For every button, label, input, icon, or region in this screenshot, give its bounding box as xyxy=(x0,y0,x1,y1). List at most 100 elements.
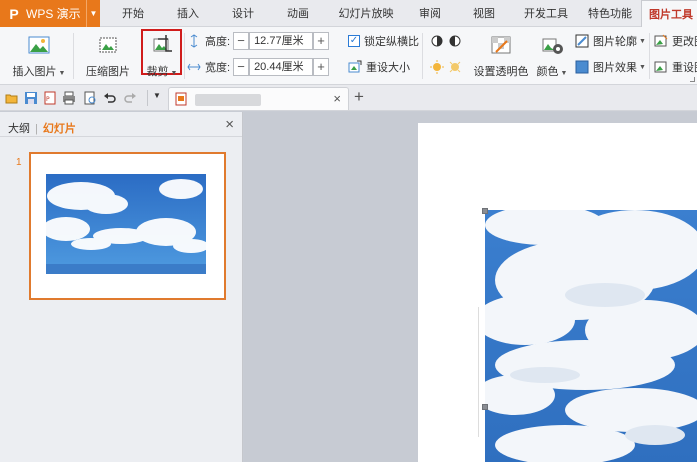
resize-handle-left[interactable] xyxy=(482,404,488,410)
set-transparent-color-label: 设置透明色 xyxy=(473,66,529,78)
ribbon-expand-icon[interactable] xyxy=(690,77,695,82)
height-label: 高度: xyxy=(205,36,231,48)
picture-effects-label: 图片效果 xyxy=(593,62,637,74)
document-tab-close-icon[interactable]: × xyxy=(333,91,341,106)
title-tab-bar: P WPS 演示 ▼ 开始 插入 设计 动画 幻灯片放映 审阅 视图 开发工具 … xyxy=(0,0,697,28)
save-icon[interactable] xyxy=(24,91,38,105)
quick-access-toolbar: P ▼ × + xyxy=(0,85,697,111)
width-decrease-button[interactable]: − xyxy=(233,58,250,76)
app-menu-caret-icon[interactable]: ▼ xyxy=(86,0,100,27)
tab-start[interactable]: 开始 xyxy=(113,0,153,27)
tab-review[interactable]: 审阅 xyxy=(410,0,450,27)
panel-close-icon[interactable]: × xyxy=(225,116,234,133)
wps-logo-icon: P xyxy=(9,5,19,22)
qat-customize-caret-icon[interactable]: ▼ xyxy=(153,91,161,100)
ribbon-separator xyxy=(184,33,185,79)
tab-picture-tools[interactable]: 图片工具 xyxy=(641,0,697,28)
compress-picture-icon xyxy=(99,37,117,53)
print-icon[interactable] xyxy=(62,91,76,105)
slide-number: 1 xyxy=(16,157,22,168)
export-pdf-icon[interactable]: P xyxy=(43,91,57,105)
brightness-increase-icon[interactable] xyxy=(430,60,444,74)
insert-picture-icon xyxy=(28,36,50,54)
open-folder-icon[interactable] xyxy=(5,91,19,105)
svg-text:P: P xyxy=(46,96,50,103)
contrast-decrease-icon[interactable] xyxy=(448,34,462,48)
set-transparent-color-icon xyxy=(491,36,511,54)
color-button[interactable]: 颜色 ▼ xyxy=(534,29,570,81)
color-icon xyxy=(542,38,563,54)
panel-tab-divider: | xyxy=(35,123,38,135)
height-input[interactable]: 12.77厘米 xyxy=(249,32,314,50)
insert-picture-label: 插入图片 xyxy=(12,66,57,78)
new-tab-icon[interactable]: + xyxy=(354,87,364,107)
resize-handle-top-left[interactable] xyxy=(482,208,488,214)
picture-effects-button[interactable]: 图片效果 ▼ xyxy=(575,57,646,77)
tab-slideshow[interactable]: 幻灯片放映 xyxy=(330,0,402,27)
compress-picture-label: 压缩图片 xyxy=(86,66,130,78)
crop-button[interactable]: 裁剪 ▼ xyxy=(142,29,182,81)
document-title-redacted xyxy=(195,94,261,106)
tab-insert[interactable]: 插入 xyxy=(168,0,208,27)
tab-special-features[interactable]: 特色功能 xyxy=(582,0,638,27)
height-row: 高度: − 12.77厘米 + xyxy=(187,31,330,51)
change-picture-icon xyxy=(654,34,668,47)
height-icon xyxy=(190,34,198,48)
tab-animation[interactable]: 动画 xyxy=(278,0,318,27)
height-decrease-button[interactable]: − xyxy=(233,32,250,50)
contrast-increase-icon[interactable] xyxy=(430,34,444,48)
width-input[interactable]: 20.44厘米 xyxy=(249,58,314,76)
tab-design[interactable]: 设计 xyxy=(223,0,263,27)
crop-label: 裁剪 xyxy=(146,66,169,78)
brightness-decrease-icon[interactable] xyxy=(448,60,462,74)
reset-size-label: 重设大小 xyxy=(366,62,410,74)
width-label: 宽度: xyxy=(205,62,231,74)
reset-picture-button[interactable]: 重设图 xyxy=(654,57,697,77)
reset-size-icon xyxy=(348,60,362,73)
reset-size-button[interactable]: 重设大小 xyxy=(348,57,410,77)
redo-icon[interactable] xyxy=(123,91,137,105)
selected-sky-picture[interactable] xyxy=(485,210,697,462)
width-increase-button[interactable]: + xyxy=(313,58,330,76)
wps-app-menu-button[interactable]: P WPS 演示 ▼ xyxy=(0,0,100,27)
set-transparent-color-button[interactable]: 设置透明色 xyxy=(470,29,532,81)
undo-icon[interactable] xyxy=(103,91,117,105)
app-name: WPS 演示 xyxy=(26,7,81,21)
panel-tabs: 大纲 | 幻灯片 xyxy=(8,120,76,136)
width-icon xyxy=(187,63,201,71)
thumbnail-sky-image xyxy=(46,174,206,274)
picture-effects-icon xyxy=(575,60,589,74)
lock-ratio-label: 锁定纵横比 xyxy=(364,36,419,48)
tab-developer[interactable]: 开发工具 xyxy=(518,0,574,27)
reset-picture-icon xyxy=(654,61,667,73)
contrast-buttons xyxy=(430,31,466,51)
ribbon: 插入图片 ▼ 压缩图片 裁剪 ▼ 高度: − 12.77厘米 + 宽度: − 20.… xyxy=(0,27,697,85)
slides-panel: 大纲 | 幻灯片 × 1 xyxy=(0,112,243,462)
tab-slides[interactable]: 幻灯片 xyxy=(43,123,76,135)
lock-ratio-checkbox[interactable]: ✓ 锁定纵横比 xyxy=(348,31,419,51)
qat-separator xyxy=(147,90,148,106)
change-picture-button[interactable]: 更改图 xyxy=(654,31,697,51)
color-label: 颜色 xyxy=(536,66,559,78)
reset-picture-label: 重设图 xyxy=(672,62,697,74)
height-increase-button[interactable]: + xyxy=(313,32,330,50)
crop-frame-edge xyxy=(478,307,483,437)
ribbon-separator xyxy=(649,33,650,79)
change-picture-label: 更改图 xyxy=(672,36,697,48)
document-tab[interactable]: × xyxy=(168,87,349,110)
slide-canvas xyxy=(244,112,697,462)
picture-outline-icon xyxy=(575,34,589,48)
ribbon-separator xyxy=(422,33,423,79)
picture-outline-button[interactable]: 图片轮廓 ▼ xyxy=(575,31,646,51)
brightness-buttons xyxy=(430,57,466,77)
ribbon-separator xyxy=(73,33,74,79)
insert-picture-button[interactable]: 插入图片 ▼ xyxy=(10,29,68,81)
tab-outline[interactable]: 大纲 xyxy=(8,123,30,135)
picture-outline-label: 图片轮廓 xyxy=(593,36,637,48)
crop-icon xyxy=(153,35,172,52)
tab-view[interactable]: 视图 xyxy=(464,0,504,27)
width-row: 宽度: − 20.44厘米 + xyxy=(187,57,330,77)
compress-picture-button[interactable]: 压缩图片 xyxy=(80,29,136,81)
slide-thumbnail[interactable] xyxy=(29,152,226,300)
print-preview-icon[interactable] xyxy=(83,91,97,105)
